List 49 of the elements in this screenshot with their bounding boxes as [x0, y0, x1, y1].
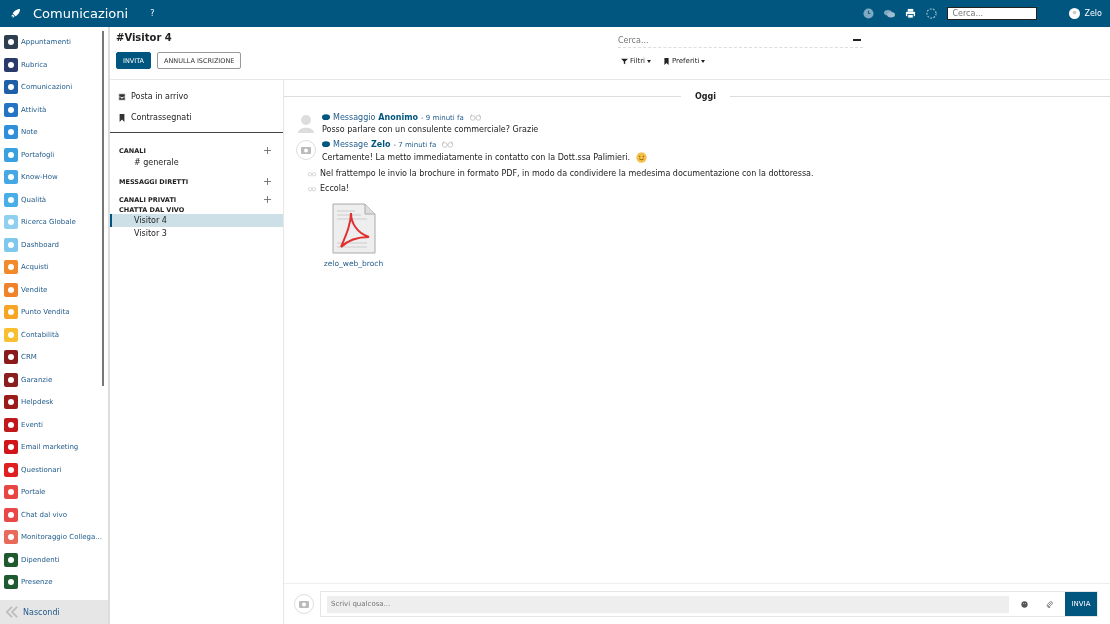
bookmark-icon [663, 57, 670, 65]
bookmark-icon [118, 113, 126, 122]
author-name[interactable]: Anonimo [378, 113, 418, 122]
paperclip-icon[interactable] [1046, 600, 1053, 608]
search-field[interactable]: Cerca... [947, 7, 1038, 20]
add-icon[interactable] [264, 178, 271, 185]
glasses-icon [308, 170, 316, 177]
message-text: Eccola! [320, 184, 350, 193]
message-text: Certamente! La metto immediatamente in contatto con la Dott.ssa Palimieri. [322, 153, 631, 162]
glasses-icon [469, 114, 481, 121]
caret-icon [701, 59, 706, 63]
add-icon[interactable] [264, 147, 271, 154]
user-name[interactable]: Zelo [1084, 9, 1102, 18]
message-text: Posso parlare con un consulente commerciale? Grazie [322, 125, 539, 134]
channel-item[interactable]: Visitor 3 [110, 227, 283, 240]
smiley-icon[interactable] [1021, 600, 1028, 608]
pdf-file-icon [330, 203, 377, 255]
help-link[interactable]: ? [150, 9, 155, 18]
channel-item[interactable]: # generale [110, 156, 283, 169]
mailbox-item[interactable]: Contrassegnati [118, 113, 283, 122]
smiley-icon [636, 152, 648, 163]
message-type: Messaggio [333, 113, 376, 122]
speech-bubble-icon [322, 141, 330, 148]
inbox-icon [118, 92, 126, 101]
caret-icon [647, 59, 651, 63]
chat-icon[interactable] [884, 8, 896, 19]
camera-avatar-icon [294, 594, 314, 614]
app-title: Comunicazioni [33, 6, 129, 21]
chevrons-left-icon [5, 606, 19, 618]
date-separator: Oggi [695, 92, 716, 101]
speech-bubble-icon [322, 114, 330, 121]
avatar-icon [296, 113, 316, 133]
clock-icon[interactable] [863, 8, 875, 19]
glasses-icon [442, 141, 454, 148]
channel-item[interactable]: Visitor 4 [110, 214, 283, 227]
add-icon[interactable] [264, 196, 271, 203]
camera-avatar-icon [296, 140, 316, 160]
spinner-icon [926, 8, 938, 19]
message-type: Message [333, 140, 369, 149]
channel-title: #Visitor 4 [116, 32, 173, 43]
author-name[interactable]: Zelo [371, 140, 391, 149]
avatar-icon[interactable] [1069, 8, 1081, 19]
rocket-icon[interactable] [10, 8, 21, 19]
mailbox-item[interactable]: Posta in arrivo [118, 92, 283, 101]
hide-button[interactable]: Nascondi [0, 600, 108, 624]
glasses-icon [308, 185, 316, 192]
message-text: Nel frattempo le invio la brochure in formato PDF, in modo da condividere la medesima documentazione con la dottoressa. [320, 169, 814, 178]
filter-icon [621, 57, 628, 65]
printer-icon[interactable] [905, 8, 917, 19]
